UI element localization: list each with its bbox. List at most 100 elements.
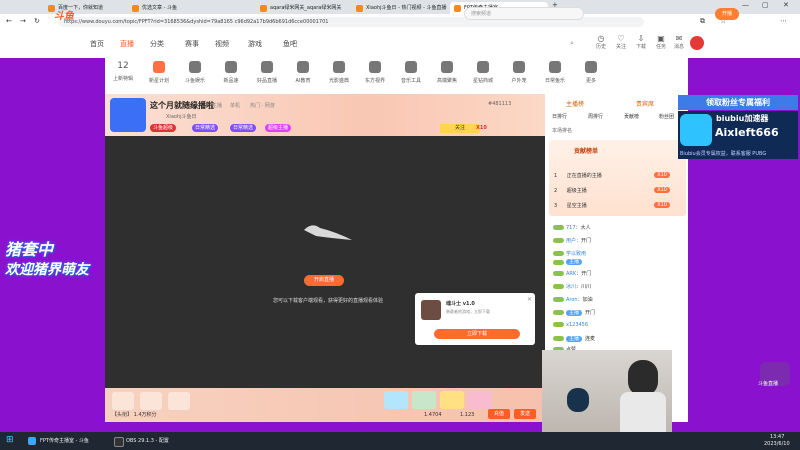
gift-icon[interactable] <box>112 392 134 410</box>
chat-text: 加油 <box>582 297 593 303</box>
category-item[interactable]: 星钻商城 <box>469 61 497 84</box>
chat-nick[interactable]: Aron <box>566 297 578 303</box>
message-icon: ✉ <box>675 34 683 43</box>
browser-tab[interactable]: Xiaohj斗鱼日 - 热门视频 - 斗鱼直播 <box>352 2 450 14</box>
taskbar-item[interactable]: FPT传奇主播室 - 斗鱼 <box>26 435 89 447</box>
browser-tab[interactable]: 优选文章 - 斗鱼 <box>128 2 256 14</box>
category-item[interactable]: 斗鱼娱乐 <box>181 61 209 84</box>
category-item[interactable]: 东方视界 <box>361 61 389 84</box>
site-logo[interactable]: 斗鱼 <box>54 7 74 22</box>
nav-fishbar[interactable]: 鱼吧 <box>283 39 297 49</box>
gift-icon[interactable] <box>168 392 190 410</box>
gift-icon[interactable] <box>468 391 492 409</box>
nav-events[interactable]: 赛事 <box>185 39 199 49</box>
category-item[interactable]: 户外宠 <box>505 61 533 84</box>
maximize-icon[interactable]: ▢ <box>762 1 769 9</box>
header-icon-label: 下载 <box>635 44 646 50</box>
taskbar-item-label: FPT传奇主播室 - 斗鱼 <box>40 438 89 444</box>
fan-badge: 主播 <box>566 335 583 342</box>
fish-icon <box>549 61 561 73</box>
charge-button[interactable]: 充值 <box>488 409 510 419</box>
category-item[interactable]: 高端聚焦 <box>433 61 461 84</box>
rank-row[interactable]: 2 超级主播 X10 <box>554 187 684 197</box>
room-badge[interactable]: 日常精选 <box>192 124 219 132</box>
side-tab[interactable]: 贵宾席 <box>636 99 654 108</box>
windows-start-icon[interactable]: ⊞ <box>6 435 14 445</box>
send-button[interactable]: 发送 <box>514 409 536 419</box>
nav-home[interactable]: 首页 <box>90 39 104 49</box>
chat-message: 冰川：川川 <box>553 283 591 290</box>
room-tag[interactable]: 主播 <box>212 102 222 109</box>
search-input[interactable]: 搜索频道 <box>464 7 584 20</box>
streamer-avatar[interactable] <box>110 98 146 132</box>
side-subtab[interactable]: 粉丝团 <box>659 113 674 120</box>
category-item[interactable]: 日常鱼乐 <box>541 61 569 84</box>
category-item[interactable]: 光影盛典 <box>325 61 353 84</box>
nav-video[interactable]: 视频 <box>215 39 229 49</box>
streamer-name[interactable]: Xiaohj斗鱼日 <box>166 113 197 120</box>
header-history[interactable]: ◷ 历史 <box>590 34 612 50</box>
room-tag[interactable]: 单机 <box>230 102 240 109</box>
refresh-icon[interactable]: ↻ <box>34 17 40 25</box>
side-subtab[interactable]: 周排行 <box>588 113 603 120</box>
chat-text: 开门 <box>581 238 592 244</box>
rank-number: 3 <box>554 203 558 209</box>
room-badge[interactable]: 斗鱼超级 <box>150 124 177 132</box>
open-stream-button[interactable]: 开播 <box>715 8 739 20</box>
video-player[interactable] <box>105 136 545 388</box>
level-badge-icon <box>553 238 564 243</box>
chat-nick[interactable]: x123456 <box>566 322 588 328</box>
rank-row[interactable]: 1 正在直播的主播 X10 <box>554 172 684 182</box>
more-icon[interactable]: ⋯ <box>780 17 787 25</box>
forward-icon[interactable]: → <box>20 17 26 25</box>
category-item[interactable]: 新品速 <box>217 61 245 84</box>
chat-nick[interactable]: 冰川 <box>566 284 576 290</box>
category-item[interactable]: AI教育 <box>289 61 317 84</box>
category-item[interactable]: 更多 <box>577 61 605 84</box>
popup-close-icon[interactable]: ✕ <box>527 296 532 303</box>
category-item[interactable]: 新星计划 <box>145 61 173 84</box>
taskbar-item-label: OBS 29.1.3 - 配置 <box>126 438 169 444</box>
chat-text: 川川 <box>581 284 592 290</box>
side-tab[interactable]: 主播榜 <box>566 99 584 108</box>
follow-button[interactable]: 关注 <box>440 124 480 133</box>
gift-icon[interactable] <box>440 391 464 409</box>
category-item[interactable]: 12 上新特辑 <box>109 61 137 82</box>
popup-download-button[interactable]: 立即下载 <box>434 329 520 339</box>
search-icon[interactable]: ⌕ <box>570 39 574 48</box>
category-item[interactable]: 好品直播 <box>253 61 281 84</box>
minimize-icon[interactable]: — <box>742 1 749 9</box>
taskbar-item[interactable]: OBS 29.1.3 - 配置 <box>112 435 169 447</box>
shop-icon <box>261 61 273 73</box>
nav-live[interactable]: 直播 <box>120 39 134 49</box>
extensions-icon[interactable]: ⧉ <box>700 17 705 26</box>
avatar[interactable] <box>690 36 704 50</box>
room-badge[interactable]: 超级主播 <box>265 124 292 132</box>
category-item[interactable]: 音乐工具 <box>397 61 425 84</box>
back-icon[interactable]: ← <box>6 17 12 25</box>
chat-message: ARK：开门 <box>553 270 591 277</box>
rank-row[interactable]: 3 星空主播 X10 <box>554 202 684 212</box>
chat-nick[interactable]: ARK <box>566 271 576 277</box>
header-message[interactable]: ✉ 消息 <box>668 34 690 50</box>
globe-icon <box>369 61 381 73</box>
browser-tab[interactable]: aqara绿米网关_aqara绿米网关 <box>256 2 352 14</box>
gift-icon[interactable] <box>412 391 436 409</box>
chat-nick[interactable]: 717 <box>566 225 576 231</box>
nav-category[interactable]: 分类 <box>150 39 164 49</box>
nav-games[interactable]: 游戏 <box>248 39 262 49</box>
room-tag[interactable]: 热门 · 网游 <box>250 102 275 109</box>
side-subtab[interactable]: 贡献榜 <box>624 113 639 120</box>
room-badge[interactable]: 日常精选 <box>230 124 257 132</box>
header-follow[interactable]: ♡ 关注 <box>610 34 632 50</box>
chat-nick[interactable]: 用户 <box>566 238 576 244</box>
gift-icon[interactable] <box>140 392 162 410</box>
close-icon[interactable]: ✕ <box>783 1 789 9</box>
gift-icon[interactable] <box>384 391 408 409</box>
chat-nick[interactable]: 学以致用 <box>566 251 586 257</box>
header-download[interactable]: ⇩ 下载 <box>630 34 652 50</box>
open-app-button[interactable]: 开启直播 <box>304 275 344 286</box>
rank-number: 2 <box>554 188 558 194</box>
header-icon-label: 历史 <box>595 44 606 50</box>
side-subtab[interactable]: 日排行 <box>552 113 567 120</box>
